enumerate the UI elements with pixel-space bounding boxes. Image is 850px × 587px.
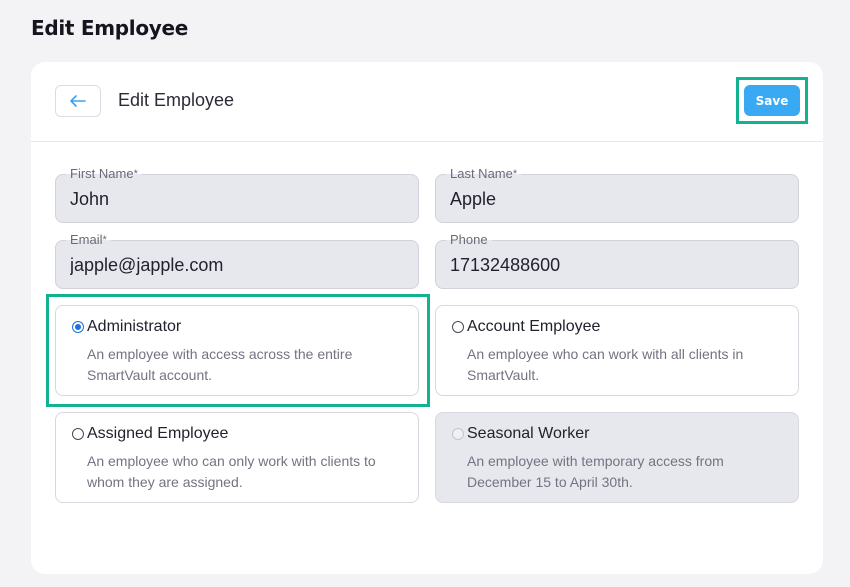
last-name-label: Last Name* [446,166,522,182]
radio-button [452,428,464,440]
role-description: An employee with temporary access from D… [467,453,724,490]
role-option-account-employee[interactable]: Account Employee An employee who can wor… [435,305,799,396]
radio-button[interactable] [72,321,84,333]
back-button[interactable] [55,85,101,117]
phone-label: Phone [446,232,492,248]
edit-employee-card: Edit Employee Save First Name* Last Name… [31,62,823,574]
card-header: Edit Employee Save [31,62,823,142]
page-title: Edit Employee [31,16,189,40]
role-title: Administrator [87,318,182,335]
phone-input[interactable] [450,255,780,276]
role-option-administrator[interactable]: Administrator An employee with access ac… [55,305,419,396]
last-name-field[interactable]: Last Name* [435,166,799,223]
role-option-seasonal-worker: Seasonal Worker An employee with tempora… [435,412,799,503]
card-title: Edit Employee [118,90,235,110]
save-button[interactable]: Save [744,85,800,116]
first-name-field[interactable]: First Name* [55,166,419,223]
role-title: Seasonal Worker [467,425,590,442]
email-input[interactable] [70,255,400,276]
email-label: Email* [66,232,111,248]
role-title: Assigned Employee [87,425,229,442]
radio-button[interactable] [452,321,464,333]
radio-button[interactable] [72,428,84,440]
role-title: Account Employee [467,318,601,335]
arrow-left-icon [70,95,86,107]
email-field[interactable]: Email* [55,232,419,289]
role-option-assigned-employee[interactable]: Assigned Employee An employee who can on… [55,412,419,503]
last-name-input[interactable] [450,189,780,210]
first-name-label: First Name* [66,166,142,182]
phone-field[interactable]: Phone [435,232,799,289]
first-name-input[interactable] [70,189,400,210]
role-description: An employee who can only work with clien… [87,453,376,490]
role-description: An employee with access across the entir… [87,346,353,383]
role-description: An employee who can work with all client… [467,346,744,383]
